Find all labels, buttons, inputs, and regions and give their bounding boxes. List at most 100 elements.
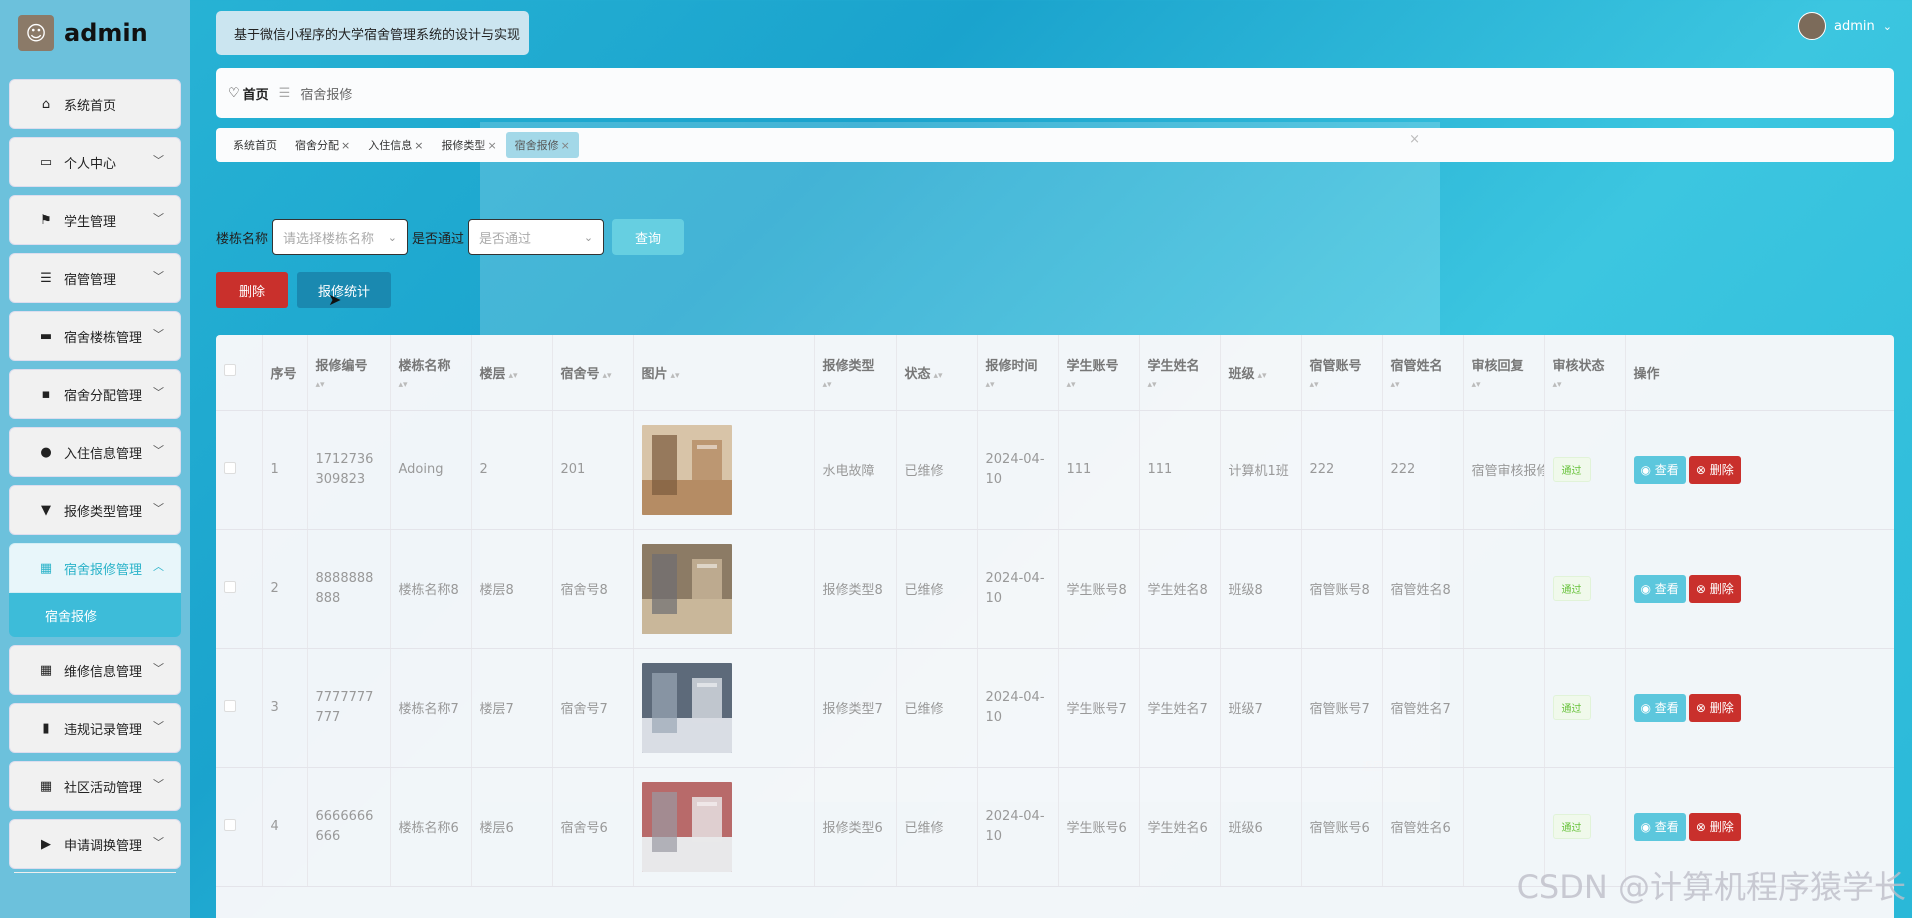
- query-button[interactable]: 查询: [612, 219, 685, 255]
- sort-icon[interactable]: ▴▾: [1310, 380, 1374, 390]
- sort-icon[interactable]: ▴▾: [1148, 380, 1212, 390]
- sort-icon[interactable]: ▴▾: [1067, 380, 1131, 390]
- sidebar-item-after-0[interactable]: ▦ 维修信息管理 ﹀: [9, 645, 181, 695]
- column-header[interactable]: 图片 ▴▾: [633, 335, 815, 411]
- sidebar-item-8[interactable]: ▦ 宿舍报修管理 ︿: [9, 543, 181, 593]
- repair-photo[interactable]: [641, 781, 732, 872]
- select-all-checkbox[interactable]: [224, 364, 236, 377]
- view-button[interactable]: ◉ 查看: [1633, 574, 1686, 603]
- repair-photo[interactable]: [641, 662, 732, 753]
- heart-icon: ♡: [228, 85, 240, 101]
- sidebar-item-5[interactable]: ▪ 宿舍分配管理 ﹀: [9, 369, 181, 419]
- cell-stu_name: 111: [1139, 410, 1221, 530]
- repair-photo[interactable]: [641, 543, 732, 634]
- sort-icon[interactable]: ▴▾: [1472, 380, 1536, 390]
- breadcrumb-home[interactable]: 首页: [243, 84, 269, 103]
- column-header[interactable]: 学生姓名 ▴▾: [1139, 335, 1221, 411]
- repair-photo[interactable]: [641, 424, 732, 515]
- column-header[interactable]: 报修编号 ▴▾: [307, 335, 391, 411]
- sidebar-item-after-1[interactable]: ▮ 违规记录管理 ﹀: [9, 703, 181, 753]
- passed-select[interactable]: 是否通过 ⌄: [468, 219, 605, 255]
- sidebar: ☺ admin ⌂ 系统首页 ▭ 个人中心 ﹀ ⚑ 学生管理 ﹀ ☰ 宿管管理 ﹀ ▬ 宿舍楼栋管理 ﹀ ▪…: [0, 0, 190, 918]
- column-header[interactable]: 审核状态 ▴▾: [1544, 335, 1626, 411]
- cell-text: 学生账号7: [1066, 702, 1127, 717]
- cell-mgr_acct: 宿管账号8: [1301, 529, 1383, 649]
- column-header[interactable]: 楼层 ▴▾: [471, 335, 553, 411]
- view-button[interactable]: ◉ 查看: [1633, 693, 1686, 722]
- cell-img: [633, 767, 815, 887]
- column-header[interactable]: 审核回复 ▴▾: [1463, 335, 1545, 411]
- sort-icon[interactable]: ▴▾: [1258, 371, 1267, 381]
- sort-icon[interactable]: ▴▾: [316, 380, 382, 390]
- sort-icon[interactable]: ▴▾: [1553, 380, 1617, 390]
- sidebar-item-after-2[interactable]: ▦ 社区活动管理 ﹀: [9, 761, 181, 811]
- sidebar-item-3[interactable]: ☰ 宿管管理 ﹀: [9, 253, 181, 303]
- column-header-label: 图片: [641, 366, 668, 382]
- cell-text: 2024-04-10: [985, 689, 1045, 725]
- column-header[interactable]: 宿舍号 ▴▾: [552, 335, 634, 411]
- cell-building: 楼栋名称6: [390, 767, 472, 887]
- cell-no: 4: [262, 767, 308, 887]
- circle-close-icon: ⊗: [1695, 462, 1710, 477]
- column-header[interactable]: 学生账号 ▴▾: [1058, 335, 1140, 411]
- view-button[interactable]: ◉ 查看: [1633, 455, 1686, 484]
- table-header: 序号 报修编号 ▴▾ 楼栋名称 ▴▾ 楼层 ▴▾ 宿舍号 ▴▾ 图片 ▴▾ 报修类型 ▴▾ 状态 ▴▾ 报修时…: [216, 335, 1894, 411]
- user-menu[interactable]: admin ⌄: [1798, 12, 1892, 40]
- row-checkbox[interactable]: [224, 461, 236, 474]
- batch-delete-button[interactable]: 删除: [216, 272, 288, 308]
- sort-icon[interactable]: ▴▾: [934, 371, 943, 381]
- table-row[interactable]: 1 1712736309823 Adoing 2 201 水电故障 已维修 2024-04-1…: [216, 410, 1894, 530]
- delete-button[interactable]: ⊗ 删除: [1688, 693, 1741, 722]
- column-header[interactable]: 状态 ▴▾: [896, 335, 978, 411]
- close-icon[interactable]: ×: [341, 139, 350, 152]
- sort-icon[interactable]: ▴▾: [603, 371, 612, 381]
- tab-label: 报修类型: [441, 139, 486, 152]
- table-row[interactable]: 2 8888888888 楼栋名称8 楼层8 宿舍号8 报修类型8 已维修 2024-04-1…: [216, 529, 1894, 649]
- status-badge: 通过: [1552, 695, 1591, 720]
- sort-icon[interactable]: ▴▾: [986, 380, 1050, 390]
- tab-2[interactable]: 入住信息 ×: [359, 132, 432, 158]
- view-button[interactable]: ◉ 查看: [1633, 812, 1686, 841]
- column-header[interactable]: 报修时间 ▴▾: [977, 335, 1059, 411]
- repair-stats-button[interactable]: 报修统计: [297, 272, 391, 308]
- delete-button[interactable]: ⊗ 删除: [1688, 812, 1741, 841]
- sidebar-item-1[interactable]: ▭ 个人中心 ﹀: [9, 137, 181, 187]
- sort-icon[interactable]: ▴▾: [1391, 380, 1455, 390]
- column-header[interactable]: 楼栋名称 ▴▾: [390, 335, 472, 411]
- tab-0[interactable]: 系统首页: [224, 132, 286, 158]
- column-header-label: 序号: [270, 366, 297, 382]
- column-header[interactable]: 报修类型 ▴▾: [814, 335, 897, 411]
- column-header[interactable]: 宿管账号 ▴▾: [1301, 335, 1383, 411]
- sidebar-item-6[interactable]: ● 入住信息管理 ﹀: [9, 427, 181, 477]
- delete-label: 删除: [1709, 700, 1734, 715]
- sort-icon[interactable]: ▴▾: [509, 371, 518, 381]
- sidebar-item-0[interactable]: ⌂ 系统首页: [9, 79, 181, 129]
- row-checkbox[interactable]: [224, 699, 236, 712]
- sidebar-item-4[interactable]: ▬ 宿舍楼栋管理 ﹀: [9, 311, 181, 361]
- sort-icon[interactable]: ▴▾: [823, 380, 888, 390]
- column-header[interactable]: 宿管姓名 ▴▾: [1382, 335, 1464, 411]
- delete-button[interactable]: ⊗ 删除: [1688, 574, 1741, 603]
- tab-1[interactable]: 宿舍分配 ×: [286, 132, 359, 158]
- brand-title: admin: [64, 19, 148, 47]
- row-checkbox[interactable]: [224, 818, 236, 831]
- sort-icon[interactable]: ▴▾: [671, 371, 680, 381]
- submenu-item-repair[interactable]: 宿舍报修: [9, 593, 181, 637]
- sort-icon[interactable]: ▴▾: [399, 380, 463, 390]
- row-checkbox[interactable]: [224, 580, 236, 593]
- cell-img: [633, 648, 815, 768]
- cell-building: 楼栋名称8: [390, 529, 472, 649]
- cell-text: 6666666666: [315, 808, 374, 844]
- chevron-down-icon: ﹀: [153, 778, 164, 791]
- table-row[interactable]: 3 7777777777 楼栋名称7 楼层7 宿舍号7 报修类型7 已维修 2024-04-1…: [216, 648, 1894, 768]
- eye-icon: ◉: [1640, 581, 1655, 596]
- sidebar-item-2[interactable]: ⚑ 学生管理 ﹀: [9, 195, 181, 245]
- sidebar-item-7[interactable]: ▼ 报修类型管理 ﹀: [9, 485, 181, 535]
- row-select-cell: [216, 648, 263, 768]
- sidebar-item-after-3[interactable]: ▶ 申请调换管理 ﹀: [9, 819, 181, 869]
- close-icon[interactable]: ×: [414, 139, 423, 152]
- column-header[interactable]: 班级 ▴▾: [1220, 335, 1302, 411]
- close-icon[interactable]: ×: [1409, 132, 1420, 147]
- delete-button[interactable]: ⊗ 删除: [1688, 455, 1741, 484]
- building-select[interactable]: 请选择楼栋名称 ⌄: [272, 219, 409, 255]
